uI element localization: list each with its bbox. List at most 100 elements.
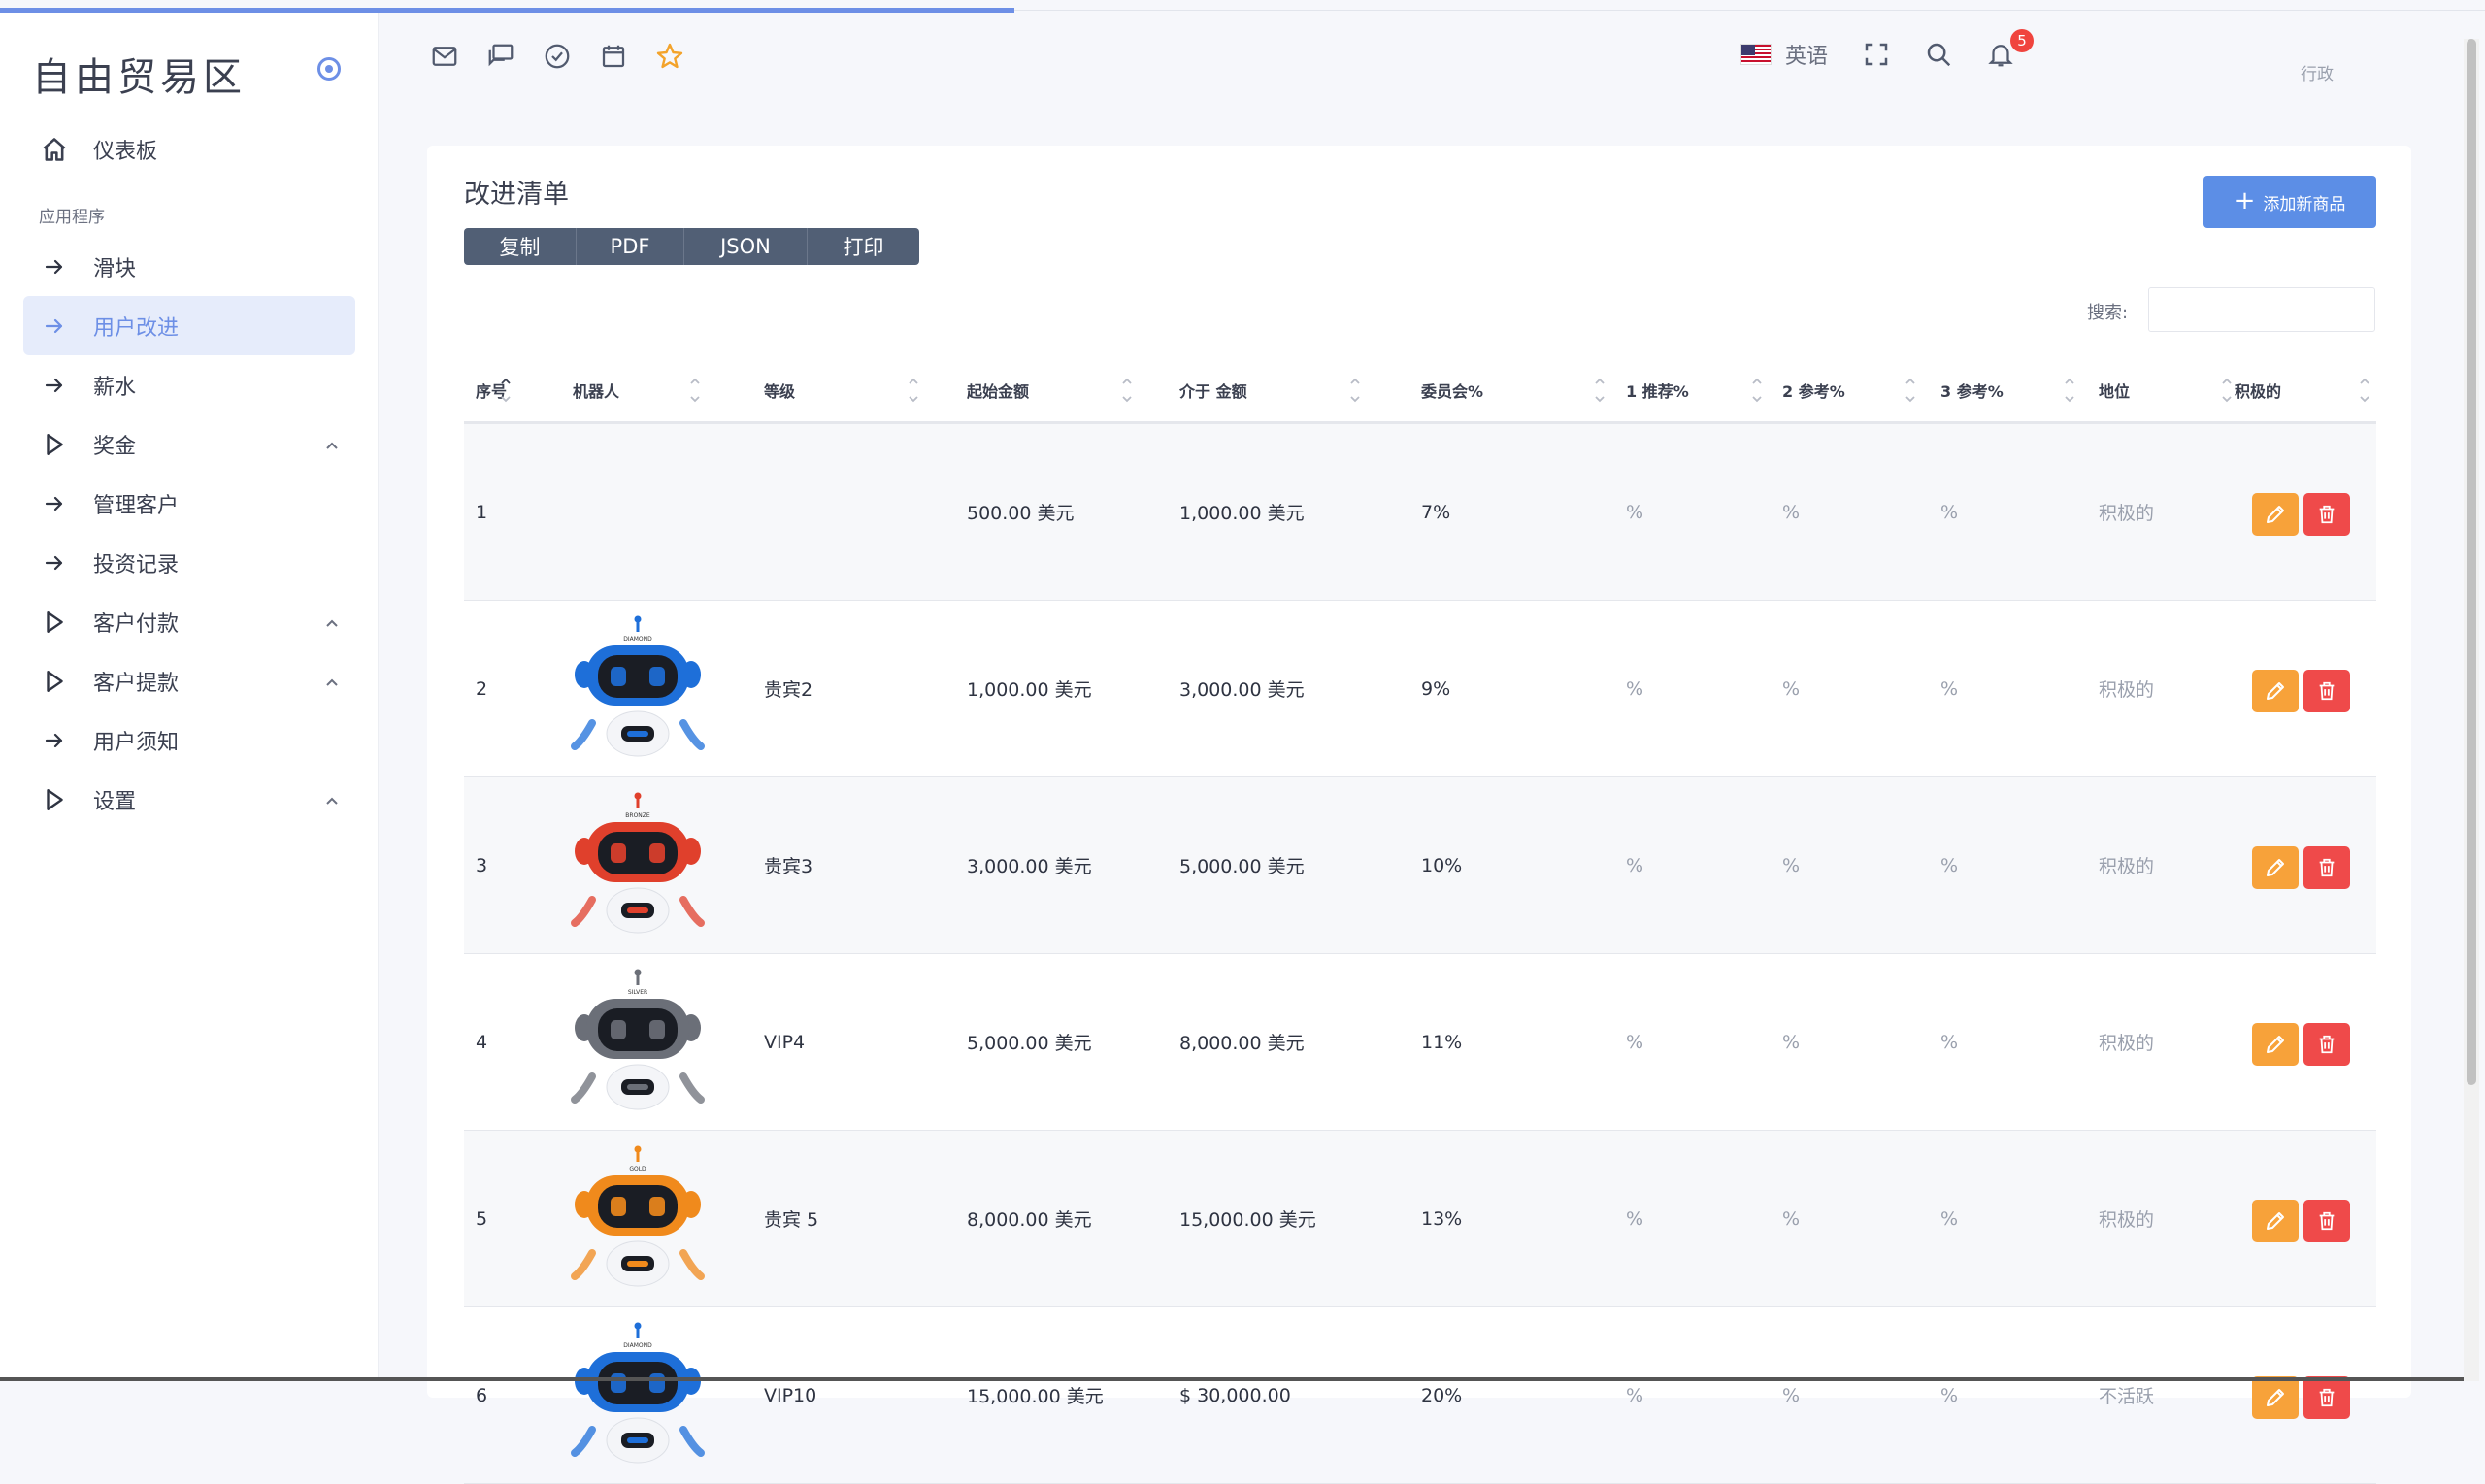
calendar-icon[interactable] — [598, 41, 629, 72]
cell-start: 5,000.00 美元 — [967, 1033, 1092, 1054]
cell-status: 积极的 — [2099, 856, 2155, 877]
column-header-2[interactable]: 等级 — [764, 359, 795, 421]
fullscreen-icon[interactable] — [1861, 39, 1892, 70]
trash-icon — [2319, 505, 2335, 524]
sidebar-item-dashboard[interactable]: 仪表板 — [23, 119, 355, 179]
column-header-1[interactable]: 机器人 — [573, 359, 619, 421]
column-header-4[interactable]: 介于 金额 — [1179, 359, 1247, 421]
sort-icon[interactable] — [1751, 377, 1763, 406]
search-icon[interactable] — [1923, 39, 1954, 70]
cell-ref3: % — [1940, 677, 1959, 700]
cell-status: 积极的 — [2099, 503, 2155, 524]
edit-button[interactable] — [2252, 846, 2299, 889]
sidebar-section-label: 应用程序 — [39, 208, 105, 227]
delete-button[interactable] — [2303, 1376, 2350, 1419]
page-scrollbar[interactable] — [2464, 39, 2479, 1381]
sort-icon[interactable] — [1349, 377, 1361, 406]
play-icon — [41, 431, 68, 458]
robot-tier-label: GOLD — [629, 1166, 646, 1172]
print-button[interactable]: 打印 — [808, 228, 919, 265]
add-button-label: 添加新商品 — [2263, 194, 2346, 214]
column-header-5[interactable]: 委员会% — [1421, 359, 1483, 421]
column-header-7[interactable]: 2 参考% — [1782, 359, 1845, 421]
arrow-right-icon — [41, 253, 68, 280]
edit-button[interactable] — [2252, 493, 2299, 536]
arrow-right-icon — [41, 549, 68, 577]
cell-ref1: % — [1626, 1207, 1644, 1230]
column-header-3[interactable]: 起始金额 — [967, 359, 1029, 421]
cell-start: 3,000.00 美元 — [967, 856, 1092, 877]
sort-icon[interactable] — [2221, 377, 2233, 406]
arrow-right-icon — [41, 727, 68, 754]
delete-button[interactable] — [2303, 846, 2350, 889]
us-flag-icon[interactable] — [1740, 44, 1772, 65]
edit-button[interactable] — [2252, 1023, 2299, 1066]
cell-level: 贵宾2 — [764, 679, 813, 701]
sort-icon[interactable] — [689, 377, 701, 406]
copy-button[interactable]: 复制 — [464, 228, 577, 265]
cell-start: 500.00 美元 — [967, 503, 1075, 524]
sort-icon[interactable] — [1905, 377, 1916, 406]
sidebar-item-0[interactable]: 滑块 — [23, 237, 355, 296]
cell-ref2: % — [1782, 1207, 1801, 1230]
sidebar-item-7[interactable]: 客户提款 — [23, 651, 355, 710]
table-body: 1 500.00 美元 1,000.00 美元 7%%%% 积极的 2 DIAMOND 贵宾2… — [464, 424, 2376, 1484]
edit-button[interactable] — [2252, 1376, 2299, 1419]
chat-icon[interactable] — [485, 41, 516, 72]
mail-icon[interactable] — [429, 41, 460, 72]
notification-count-badge: 5 — [2010, 29, 2035, 52]
cell-commission: 10% — [1421, 854, 1463, 876]
add-new-item-button[interactable]: + 添加新商品 — [2203, 176, 2376, 228]
robot-tier-label: BRONZE — [625, 812, 650, 819]
sidebar-item-label: 投资记录 — [93, 552, 180, 577]
sidebar-nav: 仪表板 应用程序 滑块 用户改进 薪水 奖金 管理客户投资记录客户付款客户提款用户须知设… — [23, 119, 355, 829]
user-role-label[interactable]: 行政 — [2301, 60, 2334, 84]
search-input[interactable] — [2148, 287, 2375, 332]
home-icon — [41, 136, 68, 163]
delete-button[interactable] — [2303, 1200, 2350, 1242]
sort-icon[interactable] — [1594, 377, 1606, 406]
cell-between: 3,000.00 美元 — [1179, 679, 1305, 701]
sidebar-item-8[interactable]: 用户须知 — [23, 710, 355, 770]
sidebar-item-3[interactable]: 奖金 — [23, 414, 355, 474]
delete-button[interactable] — [2303, 670, 2350, 712]
delete-button[interactable] — [2303, 493, 2350, 536]
cell-ref2: % — [1782, 1384, 1801, 1406]
json-button[interactable]: JSON — [684, 228, 808, 265]
sort-icon[interactable] — [1121, 377, 1133, 406]
delete-button[interactable] — [2303, 1023, 2350, 1066]
sort-icon[interactable] — [2359, 377, 2370, 406]
sidebar-item-4[interactable]: 管理客户 — [23, 474, 355, 533]
sort-icon[interactable] — [2064, 377, 2075, 406]
cell-no: 6 — [476, 1384, 488, 1406]
table-row: 4 SILVER VIP4 5,000.00 美元 8,000.00 美元 11%%%% 积… — [464, 954, 2376, 1131]
sidebar-item-6[interactable]: 客户付款 — [23, 592, 355, 651]
sidebar-item-1[interactable]: 用户改进 — [23, 296, 355, 355]
sidebar-item-label: 设置 — [93, 789, 137, 814]
sidebar: 自由贸易区 仪表板 应用程序 滑块 用户改进 薪水 奖金 管理客户 投资记录 客户付款 客户提… — [0, 13, 379, 1381]
sidebar-toggle-icon[interactable] — [317, 57, 341, 81]
sidebar-item-2[interactable]: 薪水 — [23, 355, 355, 414]
edit-button[interactable] — [2252, 670, 2299, 712]
header-divider — [1014, 10, 2485, 11]
cell-no: 1 — [476, 501, 488, 523]
check-circle-icon[interactable] — [542, 41, 573, 72]
sort-icon[interactable] — [500, 377, 512, 406]
sort-icon[interactable] — [908, 377, 919, 406]
sidebar-item-label: 客户提款 — [93, 671, 180, 696]
column-header-8[interactable]: 3 参考% — [1940, 359, 2004, 421]
column-header-9[interactable]: 地位 — [2099, 359, 2130, 421]
column-header-10[interactable]: 积极的 — [2235, 359, 2281, 421]
language-selector[interactable]: 英语 — [1785, 39, 1828, 70]
scrollbar-thumb[interactable] — [2467, 39, 2476, 1085]
star-icon[interactable] — [654, 41, 685, 72]
notifications[interactable]: 5 — [1985, 29, 2035, 70]
sidebar-item-9[interactable]: 设置 — [23, 770, 355, 829]
cell-ref2: % — [1782, 1031, 1801, 1053]
column-header-6[interactable]: 1 推荐% — [1626, 359, 1689, 421]
table-row: 6 DIAMOND VIP10 15,000.00 美元 $ 30,000.00 20%%… — [464, 1307, 2376, 1484]
edit-button[interactable] — [2252, 1200, 2299, 1242]
sidebar-item-5[interactable]: 投资记录 — [23, 533, 355, 592]
table-header: 序号 机器人 等级 起始金额 介于 金额 委员会% 1 推荐% 2 参考% 3 参考% 地位 积极的 — [464, 359, 2376, 424]
pdf-button[interactable]: PDF — [577, 228, 684, 265]
